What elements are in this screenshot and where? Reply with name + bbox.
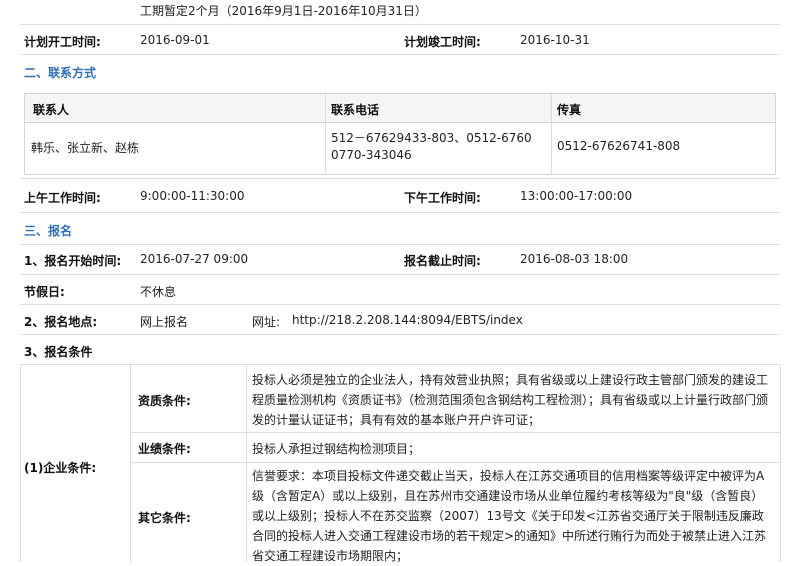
divider <box>20 334 780 335</box>
performance-label: 业绩条件: <box>138 442 191 456</box>
qualification-text: 投标人必须是独立的企业法人，持有效营业执照；具有省级或以上建设行政主管部门颁发的… <box>252 373 769 427</box>
pm-hours-value: 13:00:00-17:00:00 <box>520 189 633 203</box>
divider <box>20 178 780 179</box>
header-contact-person: 联系人 <box>33 103 70 117</box>
qualification-label: 资质条件: <box>138 394 191 408</box>
am-hours-value: 9:00:00-11:30:00 <box>140 189 245 203</box>
divider <box>20 24 780 25</box>
reg-location-label: 2、报名地点: <box>24 315 98 329</box>
reg-start-label: 1、报名开始时间: <box>24 254 122 268</box>
am-hours-label: 上午工作时间: <box>24 191 101 205</box>
plan-end-value: 2016-10-31 <box>520 33 590 47</box>
column-divider <box>780 365 781 562</box>
reg-url-link[interactable]: http://218.2.208.144:8094/EBTS/index <box>292 313 523 327</box>
reg-end-label: 报名截止时间: <box>404 254 481 268</box>
reg-start-value: 2016-07-27 09:00 <box>140 252 249 266</box>
contact-phone-line1: 512－67629433-803、0512-6760 <box>331 131 532 145</box>
reg-location-value: 网上报名 <box>140 315 189 329</box>
contact-person: 韩乐、张立新、赵栋 <box>31 141 140 155</box>
header-phone: 联系电话 <box>331 103 380 117</box>
other-conditions-label: 其它条件: <box>138 511 191 525</box>
plan-start-label: 计划开工时间: <box>24 35 101 49</box>
contact-table-header <box>25 94 775 123</box>
divider <box>20 212 780 213</box>
holiday-value: 不休息 <box>140 285 177 299</box>
performance-text: 投标人承担过钢结构检测项目； <box>252 442 421 456</box>
construction-period-note: 工期暂定2个月（2016年9月1日-2016年10月31日） <box>140 4 427 18</box>
divider <box>20 54 780 55</box>
column-divider <box>325 94 326 174</box>
divider <box>20 364 780 365</box>
column-divider <box>20 365 21 562</box>
divider <box>20 304 780 305</box>
divider <box>20 274 780 275</box>
contact-table: 联系人 联系电话 传真 韩乐、张立新、赵栋 512－67629433-803、0… <box>24 93 776 175</box>
section-contact-title: 二、联系方式 <box>24 66 97 80</box>
contact-fax: 0512-67626741-808 <box>557 139 681 153</box>
header-fax: 传真 <box>557 103 582 117</box>
divider <box>20 244 780 245</box>
reg-end-value: 2016-08-03 18:00 <box>520 252 629 266</box>
column-divider <box>551 94 552 174</box>
tender-notice-page: 工期暂定2个月（2016年9月1日-2016年10月31日） 计划开工时间: 2… <box>0 0 800 563</box>
contact-phone-line2: 0770-343046 <box>331 148 412 162</box>
enterprise-conditions-label: (1)企业条件: <box>24 461 97 475</box>
plan-end-label: 计划竣工时间: <box>404 35 481 49</box>
holiday-label: 节假日: <box>24 285 65 299</box>
plan-start-value: 2016-09-01 <box>140 33 210 47</box>
other-conditions-text: 信誉要求：本项目投标文件递交截止当天，投标人在江苏交通项目的信用档案等级评定中被… <box>252 469 767 563</box>
column-divider <box>130 365 131 562</box>
column-divider <box>246 365 247 562</box>
pm-hours-label: 下午工作时间: <box>404 191 481 205</box>
reg-url-label: 网址: <box>252 315 281 329</box>
divider <box>130 462 780 463</box>
reg-conditions-label: 3、报名条件 <box>24 345 93 359</box>
divider <box>130 432 780 433</box>
section-registration-title: 三、报名 <box>24 224 73 238</box>
